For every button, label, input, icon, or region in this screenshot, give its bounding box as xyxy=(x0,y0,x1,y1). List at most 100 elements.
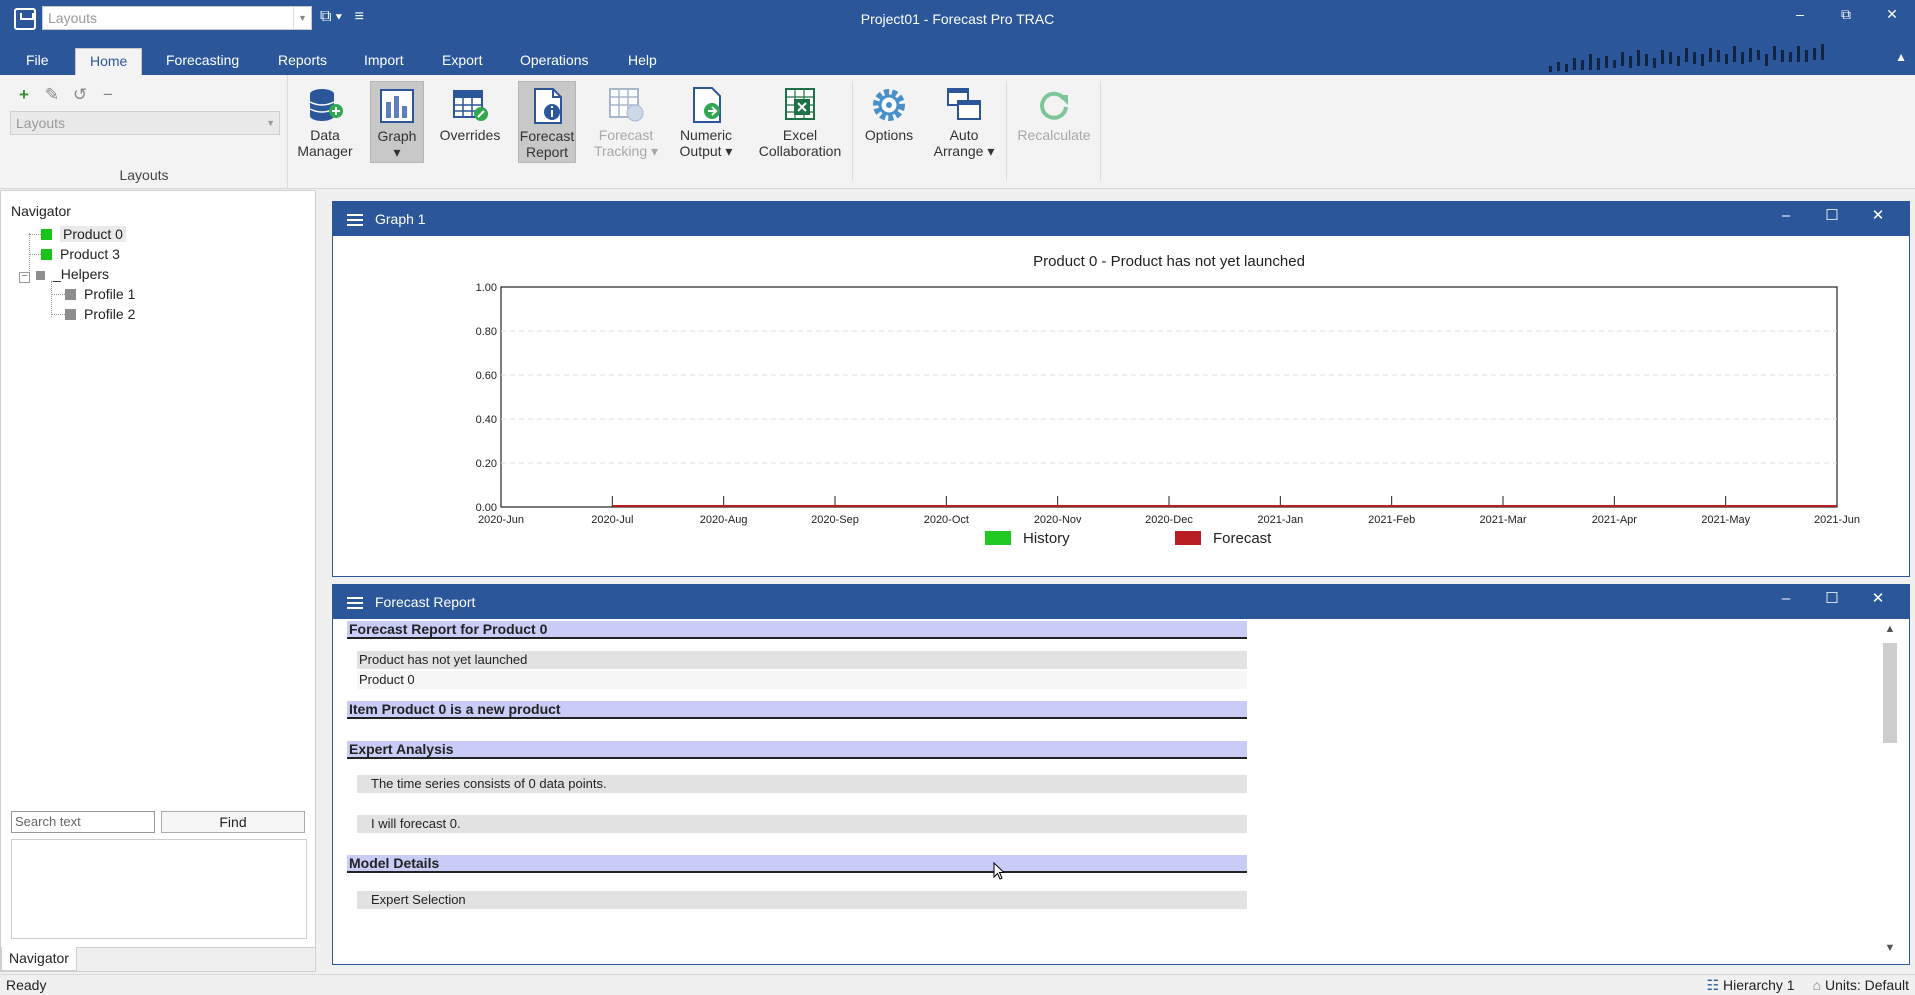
ribbon-tabs: File Home Forecasting Reports Import Exp… xyxy=(0,40,1915,75)
tab-export[interactable]: Export xyxy=(428,48,496,75)
forecast-report-window: Forecast Report – ☐ ✕ Forecast Report fo… xyxy=(332,584,1910,965)
legend-label-history: History xyxy=(1023,530,1070,547)
report-row: The time series consists of 0 data point… xyxy=(357,775,1247,793)
recalculate-button[interactable]: Recalculate xyxy=(1012,81,1096,163)
numeric-output-label-2: Output ▾ xyxy=(679,143,733,159)
auto-arrange-label-1: Auto xyxy=(949,127,979,143)
scroll-down-icon[interactable]: ▼ xyxy=(1881,942,1899,960)
report-scrollbar[interactable]: ▲ ▼ xyxy=(1881,623,1899,960)
report-heading: Expert Analysis xyxy=(347,741,1247,759)
search-input[interactable]: Search text xyxy=(11,811,155,833)
x-tick-label: 2021-Jun xyxy=(1814,514,1860,526)
units-label: Units: Default xyxy=(1824,977,1909,993)
report-window-header: Forecast Report – ☐ ✕ xyxy=(333,585,1909,619)
x-tick-label: 2021-Jan xyxy=(1257,514,1303,526)
minimize-icon[interactable]: – xyxy=(1777,0,1823,32)
scroll-up-icon[interactable]: ▲ xyxy=(1881,623,1899,641)
units-indicator[interactable]: ⌂ Units: Default xyxy=(1813,975,1909,995)
hierarchy-indicator[interactable]: ☷ Hierarchy 1 xyxy=(1707,975,1795,995)
undo-icon[interactable]: ↺ xyxy=(70,85,90,105)
tab-home[interactable]: Home xyxy=(75,48,143,75)
overrides-table-icon xyxy=(453,90,488,121)
splitter[interactable] xyxy=(318,190,328,972)
graph-button[interactable]: Graph ▾ xyxy=(370,81,424,163)
add-icon[interactable]: + xyxy=(14,85,34,105)
tree-item-profile-2[interactable]: Profile 2 xyxy=(65,304,135,324)
excel-collaboration-button[interactable]: Excel Collaboration xyxy=(748,81,852,163)
tree-item-label: Product 0 xyxy=(60,226,126,242)
forecast-report-button[interactable]: Forecast Report xyxy=(518,81,576,163)
ribbon-separator xyxy=(1006,81,1007,181)
maximize-icon[interactable]: ☐ xyxy=(1809,206,1855,226)
options-label-1: Options xyxy=(864,127,914,143)
forecast-tracking-button[interactable]: Forecast Tracking ▾ xyxy=(586,81,666,163)
numeric-output-button[interactable]: Numeric Output ▾ xyxy=(672,81,740,163)
numeric-output-label-1: Numeric xyxy=(679,127,733,143)
tab-import[interactable]: Import xyxy=(350,48,418,75)
x-tick-label: 2020-Jul xyxy=(591,514,633,526)
chart-legend: History Forecast xyxy=(985,530,1272,547)
scroll-thumb[interactable] xyxy=(1883,643,1897,743)
close-icon[interactable]: ✕ xyxy=(1855,206,1901,226)
report-window-controls: – ☐ ✕ xyxy=(1763,589,1901,609)
minimize-icon[interactable]: – xyxy=(1763,589,1809,609)
tab-reports[interactable]: Reports xyxy=(264,48,341,75)
tab-operations[interactable]: Operations xyxy=(506,48,602,75)
close-icon[interactable]: ✕ xyxy=(1869,0,1915,32)
options-button[interactable]: Options xyxy=(858,81,920,163)
data-manager-button[interactable]: Data Manager xyxy=(292,81,358,163)
layouts-group-label: Layouts xyxy=(119,167,169,183)
status-square-icon xyxy=(41,229,52,240)
find-button[interactable]: Find xyxy=(161,811,305,833)
collapse-ribbon-icon[interactable]: ▲ xyxy=(1895,50,1907,64)
collapse-tree-icon[interactable]: − xyxy=(19,272,30,283)
overrides-label-1: Overrides xyxy=(439,127,501,143)
x-tick-label: 2020-Aug xyxy=(700,514,748,526)
x-tick-label: 2020-Dec xyxy=(1145,514,1193,526)
layouts-group: + ✎ ↺ − Layouts ▼ Layouts xyxy=(0,75,288,189)
tab-help[interactable]: Help xyxy=(614,48,671,75)
mouse-cursor-icon xyxy=(993,862,1006,880)
report-heading: Model Details xyxy=(347,855,1247,873)
window-controls: – ⧉ ✕ xyxy=(1777,0,1915,32)
hamburger-menu-icon[interactable] xyxy=(347,214,363,226)
tab-navigator[interactable]: Navigator xyxy=(1,947,77,971)
x-tick-label: 2020-Sep xyxy=(811,514,859,526)
y-tick-label: 0.00 xyxy=(476,502,497,514)
edit-icon[interactable]: ✎ xyxy=(42,85,62,105)
hamburger-menu-icon[interactable] xyxy=(347,597,363,609)
report-row: Expert Selection xyxy=(357,891,1247,909)
tree-item-helpers[interactable]: − _Helpers xyxy=(19,264,109,284)
forecast-chart[interactable]: Product 0 - Product has not yet launched… xyxy=(333,236,1909,576)
legend-swatch-history xyxy=(985,531,1011,545)
status-right: ☷ Hierarchy 1 ⌂ Units: Default xyxy=(1707,975,1909,995)
x-tick-label: 2021-Feb xyxy=(1368,514,1415,526)
search-results-box[interactable] xyxy=(11,839,307,939)
legend-label-forecast: Forecast xyxy=(1213,530,1272,547)
x-tick-label: 2020-Nov xyxy=(1034,514,1082,526)
remove-icon[interactable]: − xyxy=(98,85,118,105)
minimize-icon[interactable]: – xyxy=(1763,206,1809,226)
graph-label-1: Graph xyxy=(377,128,417,144)
maximize-icon[interactable]: ☐ xyxy=(1809,589,1855,609)
tree-item-product-0[interactable]: Product 0 xyxy=(41,224,126,244)
tree-line xyxy=(51,281,52,317)
tab-forecasting[interactable]: Forecasting xyxy=(152,48,253,75)
tree-item-label: Product 3 xyxy=(60,246,120,262)
restore-icon[interactable]: ⧉ xyxy=(1823,0,1869,32)
status-text: Ready xyxy=(6,977,47,993)
tree-item-profile-1[interactable]: Profile 1 xyxy=(65,284,135,304)
x-tick-label: 2021-Mar xyxy=(1479,514,1526,526)
close-icon[interactable]: ✕ xyxy=(1855,589,1901,609)
layout-tools: + ✎ ↺ − xyxy=(14,85,118,105)
report-body[interactable]: Forecast Report for Product 0 Product ha… xyxy=(333,619,1909,964)
overrides-button[interactable]: Overrides xyxy=(434,81,506,163)
auto-arrange-button[interactable]: Auto Arrange ▾ xyxy=(928,81,1000,163)
tab-file[interactable]: File xyxy=(12,48,63,75)
y-tick-label: 0.60 xyxy=(476,370,497,382)
numeric-output-icon xyxy=(693,87,721,123)
gear-icon xyxy=(873,89,905,121)
graph-window: Graph 1 – ☐ ✕ Product 0 - Product has no… xyxy=(332,201,1910,577)
tree-item-product-3[interactable]: Product 3 xyxy=(41,244,120,264)
layouts-combo[interactable]: Layouts ▼ xyxy=(10,111,280,135)
